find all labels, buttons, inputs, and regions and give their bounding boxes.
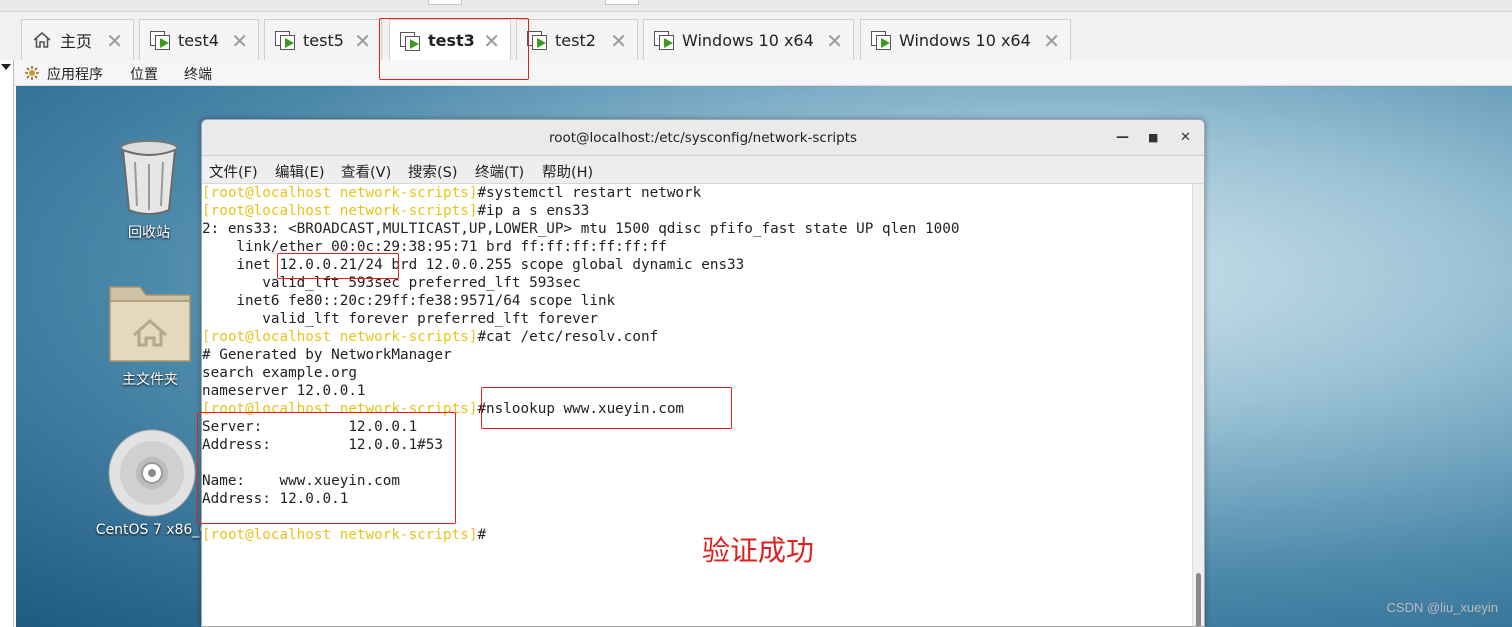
terminal-line-text: #systemctl restart network bbox=[477, 185, 702, 201]
terminal-menu-terminal[interactable]: 终端(T) bbox=[475, 161, 524, 182]
desktop-home-folder[interactable]: 主文件夹 bbox=[104, 281, 196, 389]
tab-windows10-a[interactable]: Windows 10 x64 ✕ bbox=[643, 19, 854, 60]
terminal-line-text: #cat /etc/resolv.conf bbox=[477, 329, 659, 345]
terminal-line-text: search example.org bbox=[202, 365, 357, 381]
vm-tab-bar: 主页 ✕ test4 ✕ test5 ✕ test3 ✕ test2 ✕ Win… bbox=[0, 12, 1512, 61]
close-icon[interactable]: ✕ bbox=[1180, 120, 1191, 156]
terminal-line: [root@localhost network-scripts]#ip a s … bbox=[202, 202, 1192, 220]
watermark: CSDN @liu_xueyin bbox=[1386, 600, 1498, 615]
tab-test5[interactable]: test5 ✕ bbox=[264, 19, 382, 60]
vm-icon bbox=[275, 30, 297, 50]
terminal-menu-search[interactable]: 搜索(S) bbox=[408, 161, 458, 182]
terminal-line: [root@localhost network-scripts]#cat /et… bbox=[202, 328, 1192, 346]
highlight-ip-address bbox=[277, 253, 399, 279]
tab-label: Windows 10 x64 bbox=[682, 30, 814, 50]
menu-terminal[interactable]: 终端 bbox=[184, 64, 212, 84]
folder-icon bbox=[109, 286, 191, 362]
menu-places[interactable]: 位置 bbox=[130, 64, 158, 84]
apps-menu-icon bbox=[24, 65, 40, 85]
terminal-menu-help[interactable]: 帮助(H) bbox=[542, 161, 593, 182]
desktop-dvd[interactable]: CentOS 7 x86_6 bbox=[92, 428, 212, 538]
tab-label: test5 bbox=[303, 30, 344, 50]
terminal-line: search example.org bbox=[202, 364, 1192, 382]
tab-label: test2 bbox=[555, 30, 596, 50]
shell-prompt: [root@localhost network-scripts] bbox=[202, 527, 478, 543]
terminal-scrollbar[interactable] bbox=[1192, 184, 1204, 626]
highlight-nslookup-command bbox=[481, 387, 732, 429]
close-icon[interactable]: ✕ bbox=[1043, 29, 1060, 53]
terminal-menu-edit[interactable]: 编辑(E) bbox=[275, 161, 324, 182]
trash-icon bbox=[120, 140, 178, 215]
terminal-line: [root@localhost network-scripts]#systemc… bbox=[202, 184, 1192, 202]
tab-home[interactable]: 主页 ✕ bbox=[21, 19, 134, 60]
tab-label: Windows 10 x64 bbox=[899, 30, 1031, 50]
guest-top-menu: 应用程序 位置 终端 bbox=[0, 60, 1512, 627]
minimize-icon[interactable]: — bbox=[1116, 120, 1129, 156]
close-icon[interactable]: ✕ bbox=[610, 29, 627, 53]
terminal-title: root@localhost:/etc/sysconfig/network-sc… bbox=[548, 130, 858, 146]
disc-icon bbox=[108, 429, 196, 517]
terminal-line-text: # bbox=[477, 527, 487, 543]
terminal-line: inet6 fe80::20c:29ff:fe38:9571/64 scope … bbox=[202, 292, 1192, 310]
scrollbar-thumb[interactable] bbox=[1196, 573, 1201, 626]
strip-handle bbox=[605, 0, 639, 5]
tab-test4[interactable]: test4 ✕ bbox=[139, 19, 259, 60]
terminal-menubar: 文件(F) 编辑(E) 查看(V) 搜索(S) 终端(T) 帮助(H) bbox=[202, 156, 1204, 184]
tab-test2[interactable]: test2 ✕ bbox=[516, 19, 638, 60]
terminal-titlebar[interactable]: root@localhost:/etc/sysconfig/network-sc… bbox=[202, 120, 1204, 156]
dropdown-arrow-icon[interactable] bbox=[1, 64, 11, 70]
shell-prompt: [root@localhost network-scripts] bbox=[202, 185, 478, 201]
terminal-line-text: inet6 fe80::20c:29ff:fe38:9571/64 scope … bbox=[202, 293, 616, 309]
home-icon bbox=[32, 30, 52, 50]
terminal-menu-view[interactable]: 查看(V) bbox=[341, 161, 391, 182]
terminal-line: valid_lft forever preferred_lft forever bbox=[202, 310, 1192, 328]
terminal-menu-file[interactable]: 文件(F) bbox=[209, 161, 258, 182]
left-frame bbox=[0, 60, 14, 627]
vm-icon bbox=[527, 30, 549, 50]
highlight-nslookup-result bbox=[197, 412, 456, 524]
menu-applications[interactable]: 应用程序 bbox=[47, 64, 103, 84]
terminal-line: [root@localhost network-scripts]# bbox=[202, 526, 1192, 544]
tab-label: 主页 bbox=[60, 32, 93, 51]
vm-icon bbox=[150, 30, 172, 50]
shell-prompt: [root@localhost network-scripts] bbox=[202, 203, 478, 219]
tab-label: test4 bbox=[178, 30, 219, 50]
terminal-line-text: #ip a s ens33 bbox=[477, 203, 590, 219]
vm-icon bbox=[654, 30, 676, 50]
terminal-line-text: valid_lft forever preferred_lft forever bbox=[202, 311, 598, 327]
close-icon[interactable]: ✕ bbox=[354, 29, 371, 53]
tab-windows10-b[interactable]: Windows 10 x64 ✕ bbox=[860, 19, 1071, 60]
terminal-line-text: 2: ens33: <BROADCAST,MULTICAST,UP,LOWER_… bbox=[202, 221, 960, 237]
terminal-line-text: link/ether 00:0c:29:38:95:71 brd ff:ff:f… bbox=[202, 239, 667, 255]
success-annotation: 验证成功 bbox=[702, 534, 815, 567]
terminal-line: 2: ens33: <BROADCAST,MULTICAST,UP,LOWER_… bbox=[202, 220, 1192, 238]
terminal-line-text: nameserver 12.0.0.1 bbox=[202, 383, 366, 399]
close-icon[interactable]: ✕ bbox=[106, 29, 123, 53]
shell-prompt: [root@localhost network-scripts] bbox=[202, 329, 478, 345]
dvd-label: CentOS 7 x86_6 bbox=[95, 522, 209, 538]
strip-handle bbox=[428, 0, 462, 5]
close-icon[interactable]: ✕ bbox=[826, 29, 843, 53]
highlight-active-tab bbox=[379, 18, 529, 80]
close-icon[interactable]: ✕ bbox=[231, 29, 248, 53]
terminal-line: # Generated by NetworkManager bbox=[202, 346, 1192, 364]
home-folder-label: 主文件夹 bbox=[122, 372, 178, 388]
maximize-icon[interactable]: ■ bbox=[1148, 120, 1158, 156]
vm-icon bbox=[871, 30, 893, 50]
window-top-strip bbox=[0, 0, 1512, 12]
trash-label: 回收站 bbox=[128, 225, 170, 241]
desktop-trash[interactable]: 回收站 bbox=[104, 138, 194, 242]
terminal-line-text: # Generated by NetworkManager bbox=[202, 347, 452, 363]
